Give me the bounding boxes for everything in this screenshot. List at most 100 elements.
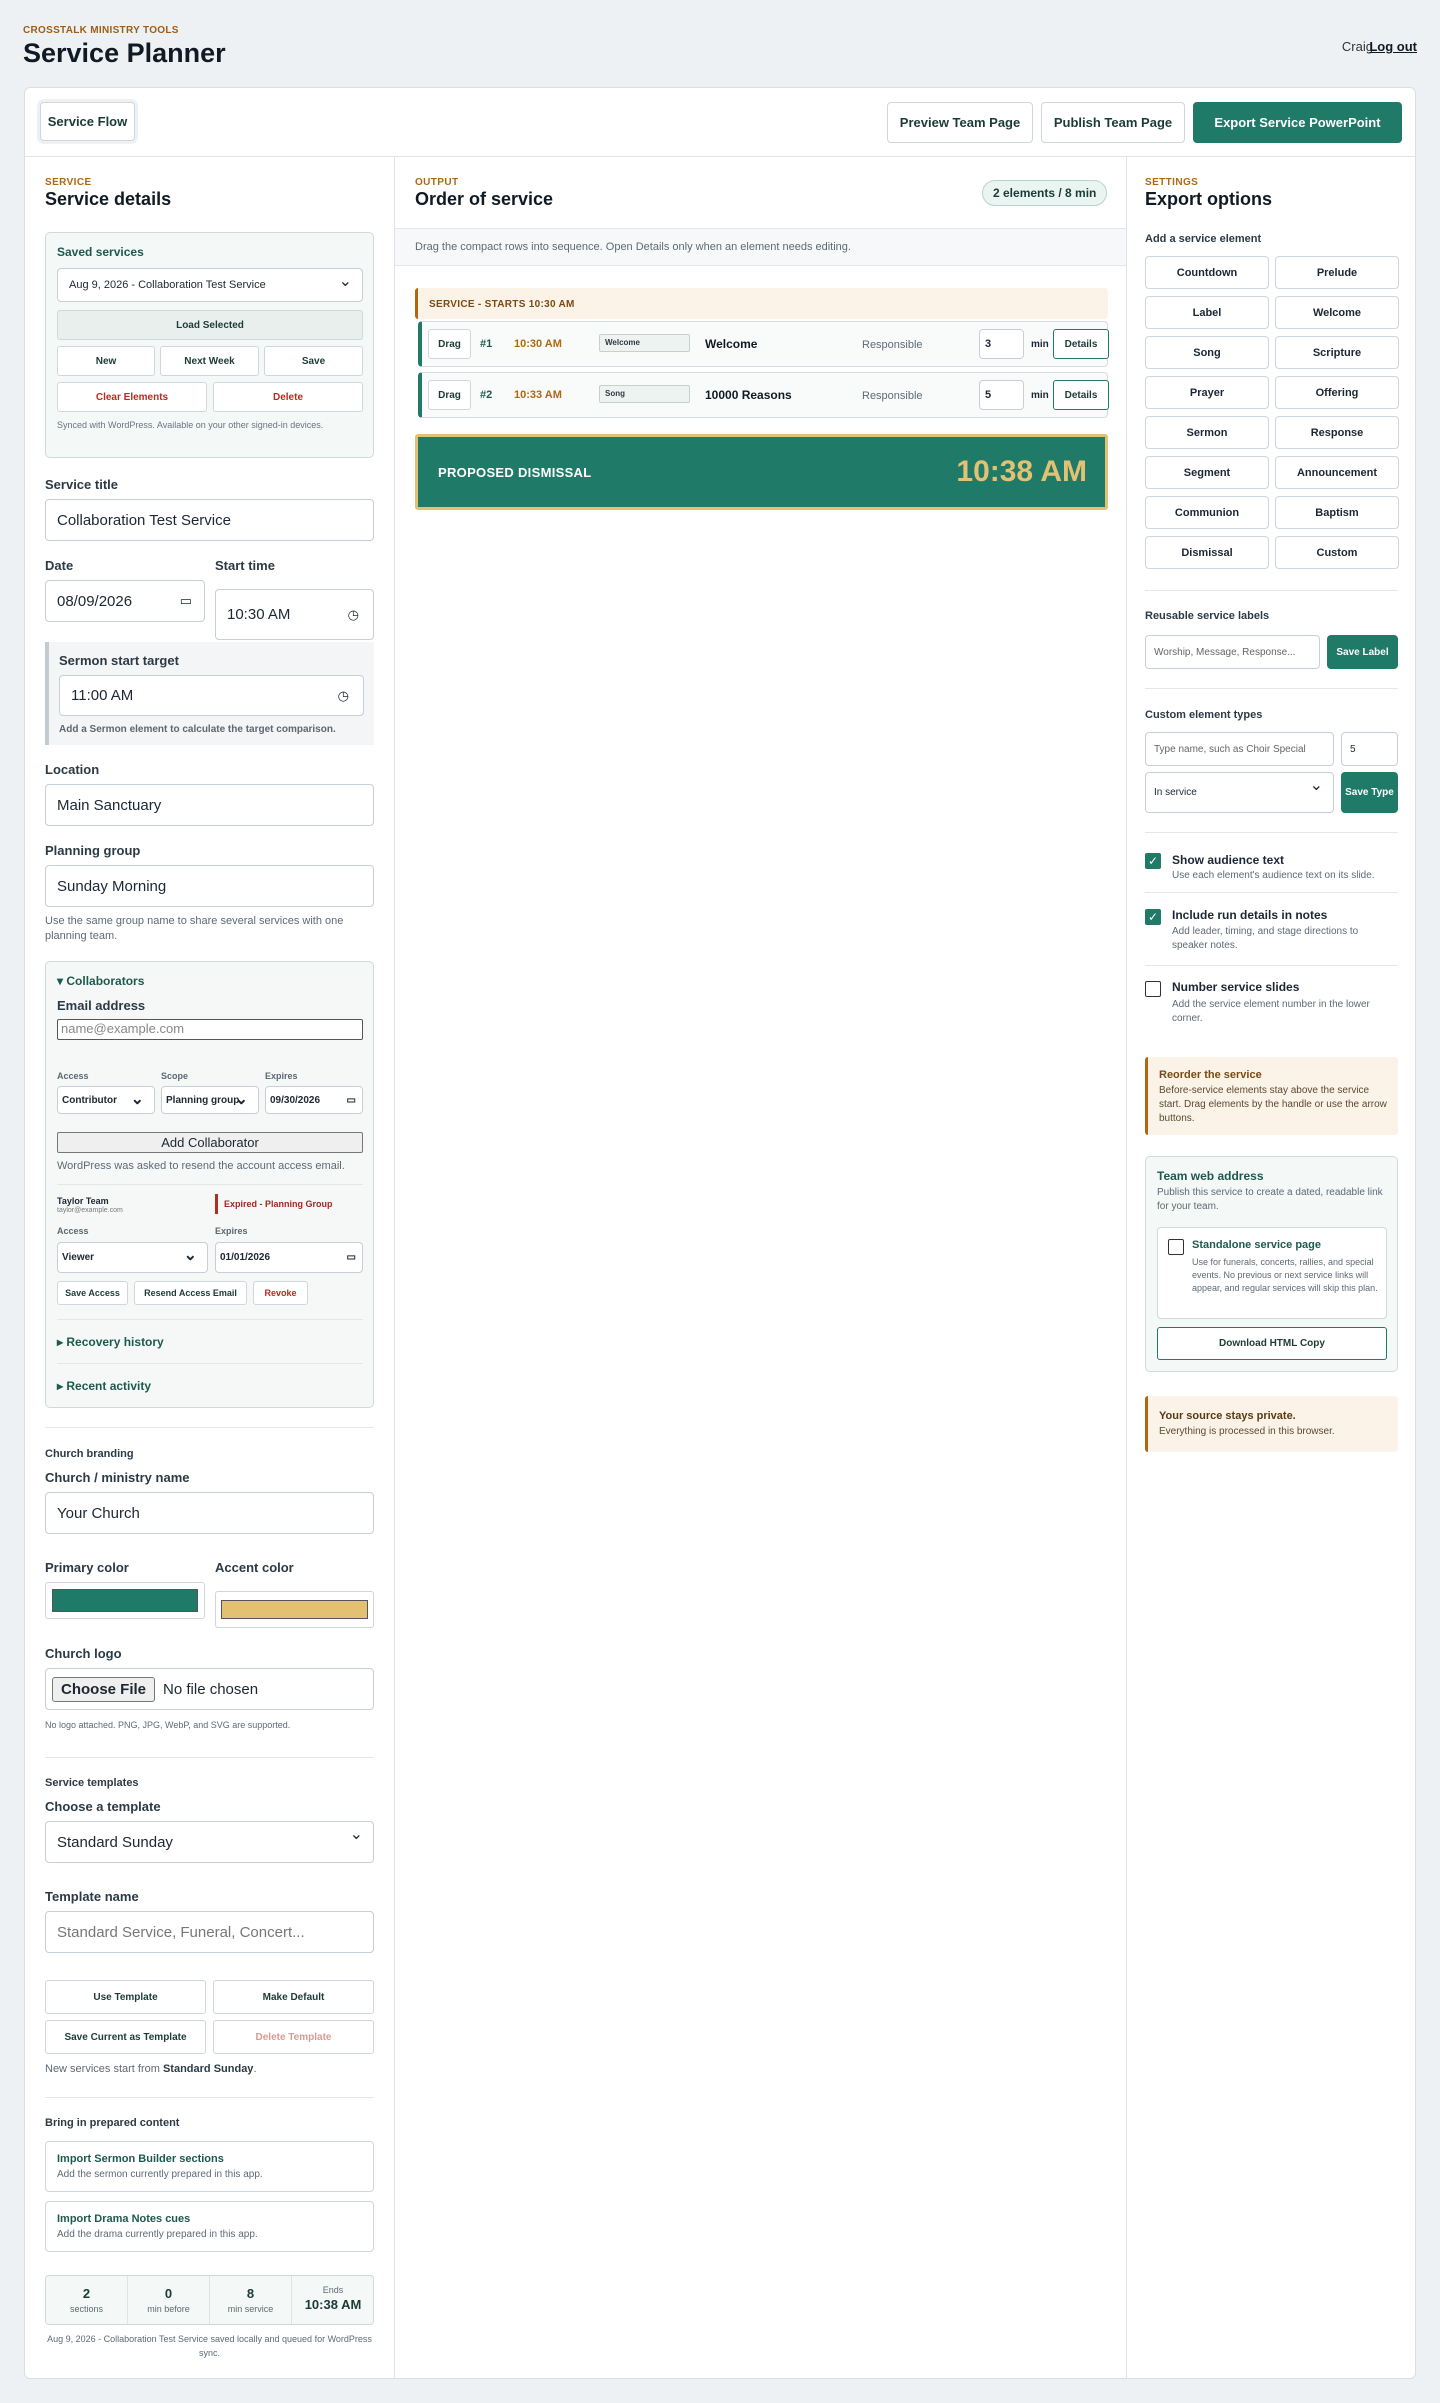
service-start-divider: SERVICE - STARTS 10:30 AM bbox=[415, 288, 1108, 319]
location-input[interactable]: Main Sanctuary bbox=[45, 784, 374, 826]
primary-color-picker[interactable] bbox=[45, 1582, 205, 1619]
row-minutes-input[interactable]: 5 bbox=[979, 380, 1024, 410]
number-slides-checkbox[interactable] bbox=[1145, 981, 1161, 997]
primary-color-label: Primary color bbox=[45, 1560, 129, 1575]
saved-services-select[interactable]: Aug 9, 2026 - Collaboration Test Service bbox=[57, 268, 363, 302]
service-element-row[interactable]: Drag #1 10:30 AM Welcome Welcome Respons… bbox=[418, 321, 1109, 367]
clear-elements-button[interactable]: Clear Elements bbox=[57, 382, 207, 412]
service-element-row[interactable]: Drag #2 10:33 AM Song 10000 Reasons Resp… bbox=[418, 372, 1109, 418]
tab-service-flow[interactable]: Service Flow bbox=[40, 102, 135, 141]
planning-group-input[interactable]: Sunday Morning bbox=[45, 865, 374, 907]
delete-service-button[interactable]: Delete bbox=[213, 382, 363, 412]
add-offering-button[interactable]: Offering bbox=[1275, 376, 1399, 409]
import-drama-desc: Add the drama currently prepared in this… bbox=[57, 2229, 258, 2240]
calendar-icon: ▭ bbox=[179, 593, 192, 608]
next-week-button[interactable]: Next Week bbox=[160, 346, 259, 376]
add-announcement-button[interactable]: Announcement bbox=[1275, 456, 1399, 489]
download-html-button[interactable]: Download HTML Copy bbox=[1157, 1327, 1387, 1360]
row-min-unit: min bbox=[1031, 390, 1049, 401]
add-element-label: Add a service element bbox=[1145, 233, 1262, 245]
add-welcome-button[interactable]: Welcome bbox=[1275, 296, 1399, 329]
add-song-button[interactable]: Song bbox=[1145, 336, 1269, 369]
service-title-input[interactable]: Collaboration Test Service bbox=[45, 499, 374, 541]
new-service-button[interactable]: New bbox=[57, 346, 155, 376]
row-name[interactable]: 10000 Reasons bbox=[705, 388, 792, 402]
scope-select[interactable]: Planning group bbox=[161, 1086, 259, 1114]
add-dismissal-button[interactable]: Dismissal bbox=[1145, 536, 1269, 569]
show-audience-checkbox[interactable]: ✓ bbox=[1145, 853, 1161, 869]
custom-type-minutes-input[interactable]: 5 bbox=[1341, 732, 1398, 766]
preview-team-page-button[interactable]: Preview Team Page bbox=[887, 102, 1033, 143]
row-type-select[interactable]: Welcome bbox=[599, 334, 690, 352]
date-input[interactable]: 08/09/2026 ▭ bbox=[45, 580, 205, 622]
row-type-select[interactable]: Song bbox=[599, 385, 690, 403]
custom-type-name-input[interactable]: Type name, such as Choir Special bbox=[1145, 732, 1334, 766]
resend-access-button[interactable]: Resend Access Email bbox=[134, 1281, 247, 1305]
collaborators-toggle[interactable]: ▾ Collaborators bbox=[57, 974, 144, 988]
publish-team-page-button[interactable]: Publish Team Page bbox=[1041, 102, 1185, 143]
run-details-checkbox[interactable]: ✓ bbox=[1145, 909, 1161, 925]
add-sermon-button[interactable]: Sermon bbox=[1145, 416, 1269, 449]
service-start-label: SERVICE - STARTS 10:30 AM bbox=[429, 299, 575, 310]
row-details-button[interactable]: Details bbox=[1053, 329, 1109, 359]
add-label-button[interactable]: Label bbox=[1145, 296, 1269, 329]
member-expires-input[interactable]: 01/01/2026 ▭ bbox=[215, 1242, 363, 1273]
use-template-button[interactable]: Use Template bbox=[45, 1980, 206, 2014]
delete-template-button[interactable]: Delete Template bbox=[213, 2020, 374, 2054]
add-prayer-button[interactable]: Prayer bbox=[1145, 376, 1269, 409]
recent-activity-toggle[interactable]: ▸ Recent activity bbox=[57, 1379, 151, 1393]
add-collaborator-button[interactable]: Add Collaborator bbox=[57, 1132, 363, 1153]
divider bbox=[45, 1427, 374, 1428]
label-input[interactable]: Worship, Message, Response... bbox=[1145, 635, 1320, 669]
church-logo-file-input[interactable]: Choose File No file chosen bbox=[45, 1668, 374, 1710]
row-responsible[interactable]: Responsible bbox=[862, 390, 923, 402]
save-access-button[interactable]: Save Access bbox=[57, 1281, 128, 1305]
import-drama-button[interactable]: Import Drama Notes cues Add the drama cu… bbox=[45, 2201, 374, 2252]
template-select[interactable]: Standard Sunday bbox=[45, 1821, 374, 1863]
team-web-desc: Publish this service to create a dated, … bbox=[1157, 1187, 1383, 1212]
add-communion-button[interactable]: Communion bbox=[1145, 496, 1269, 529]
make-default-button[interactable]: Make Default bbox=[213, 1980, 374, 2014]
row-number: #1 bbox=[480, 338, 493, 350]
choose-file-button[interactable]: Choose File bbox=[52, 1676, 156, 1702]
standalone-page-checkbox[interactable] bbox=[1168, 1239, 1184, 1255]
add-scripture-button[interactable]: Scripture bbox=[1275, 336, 1399, 369]
row-name[interactable]: Welcome bbox=[705, 337, 757, 351]
custom-type-placeholder: Type name, such as Choir Special bbox=[1154, 743, 1306, 755]
save-service-button[interactable]: Save bbox=[264, 346, 363, 376]
sermon-target-input[interactable]: 11:00 AM ◷ bbox=[59, 675, 364, 716]
add-prelude-button[interactable]: Prelude bbox=[1275, 256, 1399, 289]
accent-color-picker[interactable] bbox=[215, 1591, 374, 1628]
add-custom-button[interactable]: Custom bbox=[1275, 536, 1399, 569]
custom-type-placement: In service bbox=[1154, 787, 1197, 798]
recovery-history-toggle[interactable]: ▸ Recovery history bbox=[57, 1335, 164, 1349]
save-template-button[interactable]: Save Current as Template bbox=[45, 2020, 206, 2054]
start-time-input[interactable]: 10:30 AM ◷ bbox=[215, 589, 374, 640]
row-minutes-input[interactable]: 3 bbox=[979, 329, 1024, 359]
add-baptism-button[interactable]: Baptism bbox=[1275, 496, 1399, 529]
member-access-select[interactable]: Viewer bbox=[57, 1242, 208, 1273]
drag-handle[interactable]: Drag bbox=[428, 380, 471, 410]
logout-link[interactable]: Log out bbox=[1369, 39, 1417, 54]
save-type-button[interactable]: Save Type bbox=[1341, 772, 1398, 813]
email-input[interactable]: name@example.com bbox=[57, 1019, 363, 1040]
save-status-footer: Aug 9, 2026 - Collaboration Test Service… bbox=[47, 2334, 372, 2358]
church-name-input[interactable]: Your Church bbox=[45, 1492, 374, 1534]
add-response-button[interactable]: Response bbox=[1275, 416, 1399, 449]
collaborators-panel: ▾ Collaborators Email address name@examp… bbox=[45, 961, 374, 1408]
save-label-button[interactable]: Save Label bbox=[1327, 635, 1398, 669]
row-responsible[interactable]: Responsible bbox=[862, 339, 923, 351]
revoke-button[interactable]: Revoke bbox=[253, 1281, 308, 1305]
export-powerpoint-button[interactable]: Export Service PowerPoint bbox=[1193, 102, 1402, 143]
expires-input[interactable]: 09/30/2026 ▭ bbox=[265, 1086, 363, 1114]
drag-handle[interactable]: Drag bbox=[428, 329, 471, 359]
add-segment-button[interactable]: Segment bbox=[1145, 456, 1269, 489]
custom-type-placement-select[interactable]: In service bbox=[1145, 772, 1334, 813]
import-sermon-button[interactable]: Import Sermon Builder sections Add the s… bbox=[45, 2141, 374, 2192]
row-details-button[interactable]: Details bbox=[1053, 380, 1109, 410]
add-countdown-button[interactable]: Countdown bbox=[1145, 256, 1269, 289]
reorder-desc: Before-service elements stay above the s… bbox=[1159, 1085, 1387, 1124]
template-name-input[interactable]: Standard Service, Funeral, Concert... bbox=[45, 1911, 374, 1953]
access-select[interactable]: Contributor bbox=[57, 1086, 155, 1114]
load-selected-button[interactable]: Load Selected bbox=[57, 310, 363, 340]
